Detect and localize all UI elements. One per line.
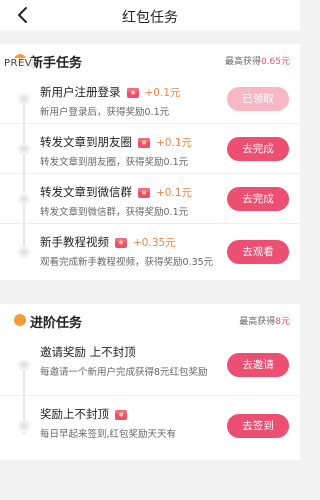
invite-button[interactable]: 去邀请 (227, 352, 289, 377)
header-bar: 红包任务 (0, 0, 300, 30)
section-title: 进阶任务 (30, 316, 83, 331)
task-row: 转发文章到微信群 +0.1元 转发文章到微信群，获得奖励0.1元 去完成 (0, 174, 300, 224)
timeline-dot (18, 246, 30, 258)
section-newbie-tasks: 新手任务 最高获得0.65元 新用户注册登录 +0.1元 新用户登录后，获得奖励… (0, 44, 300, 280)
task-row: 新用户注册登录 +0.1元 新用户登录后，获得奖励0.1元 已领取 (0, 74, 300, 124)
task-title: 转发文章到朋友圈 +0.1元 (40, 134, 192, 150)
task-list: 新用户注册登录 +0.1元 新用户登录后，获得奖励0.1元 已领取 转发文章到朋… (0, 74, 300, 280)
timeline-dot (18, 192, 30, 205)
section-header: 进阶任务 最高获得8元 (0, 304, 300, 334)
section-header: 新手任务 最高获得0.65元 (0, 44, 300, 74)
sign-in-button[interactable]: 去签到 (227, 414, 289, 438)
task-list: 邀请奖励 上不封顶 每邀请一个新用户完成获得8元红包奖励 去邀请 奖励上不封顶 … (0, 334, 300, 456)
task-row: 新手教程视频 +0.35元 观看完成新手教程视频，获得奖励0.35元 去观看 (0, 224, 300, 280)
max-label: 最高获得 (239, 317, 276, 327)
watch-button[interactable]: 去观看 (227, 240, 289, 264)
max-label: 最高获得 (224, 57, 261, 67)
task-title-text: 邀请奖励 上不封顶 (40, 345, 136, 359)
max-amount: 0.65元 (260, 57, 290, 67)
prev-overlay-label[interactable]: PREV (2, 58, 35, 69)
coin-icon (14, 314, 26, 326)
section-max-reward: 最高获得8元 (239, 314, 290, 327)
red-packet-icon (137, 186, 151, 199)
red-packet-icon (114, 408, 128, 421)
task-title-text: 新手教程视频 (40, 235, 109, 249)
task-row: 邀请奖励 上不封顶 每邀请一个新用户完成获得8元红包奖励 去邀请 (0, 334, 300, 396)
task-row: 转发文章到朋友圈 +0.1元 转发文章到朋友圈，获得奖励0.1元 去完成 (0, 124, 300, 174)
task-title-text: 奖励上不封顶 (40, 407, 109, 421)
section-title: 新手任务 (30, 56, 83, 71)
task-description: 转发文章到朋友圈，获得奖励0.1元 (40, 157, 189, 168)
task-description: 转发文章到微信群，获得奖励0.1元 (40, 207, 189, 218)
task-title: 邀请奖励 上不封顶 (40, 344, 136, 360)
task-title: 新用户注册登录 +0.1元 (40, 84, 181, 100)
red-packet-icon (126, 86, 140, 99)
section-max-reward: 最高获得0.65元 (225, 54, 290, 67)
task-title: 奖励上不封顶 (40, 406, 128, 422)
task-reward: +0.1元 (156, 136, 192, 149)
task-title: 新手教程视频 +0.35元 (40, 234, 176, 250)
task-row: 奖励上不封顶 每日早起来签到,红包奖励天天有 去签到 (0, 396, 300, 456)
task-title: 转发文章到微信群 +0.1元 (40, 184, 192, 200)
red-packet-icon (114, 236, 128, 249)
task-title-text: 新用户注册登录 (40, 85, 121, 99)
task-reward: +0.35元 (133, 236, 176, 249)
timeline-dot (18, 358, 30, 371)
timeline-dot (18, 420, 30, 432)
task-title-text: 转发文章到微信群 (40, 185, 132, 199)
task-description: 每日早起来签到,红包奖励天天有 (40, 429, 177, 440)
section-advanced-tasks: 进阶任务 最高获得8元 邀请奖励 上不封顶 每邀请一个新用户完成获得8元红包奖励… (0, 304, 300, 460)
complete-button[interactable]: 去完成 (227, 136, 289, 161)
task-reward: +0.1元 (144, 86, 181, 99)
timeline-dot (18, 142, 30, 155)
max-amount: 8元 (275, 317, 290, 327)
complete-button[interactable]: 去完成 (227, 186, 289, 211)
claimed-button[interactable]: 已领取 (227, 86, 289, 111)
task-title-text: 转发文章到朋友圈 (40, 135, 132, 149)
task-description: 新用户登录后，获得奖励0.1元 (40, 107, 170, 118)
task-reward: +0.1元 (156, 186, 192, 199)
red-packet-icon (137, 136, 151, 149)
task-description: 每邀请一个新用户完成获得8元红包奖励 (40, 367, 208, 378)
task-description: 观看完成新手教程视频，获得奖励0.35元 (40, 257, 214, 268)
timeline-dot (18, 92, 30, 105)
page-title: 红包任务 (122, 10, 178, 26)
